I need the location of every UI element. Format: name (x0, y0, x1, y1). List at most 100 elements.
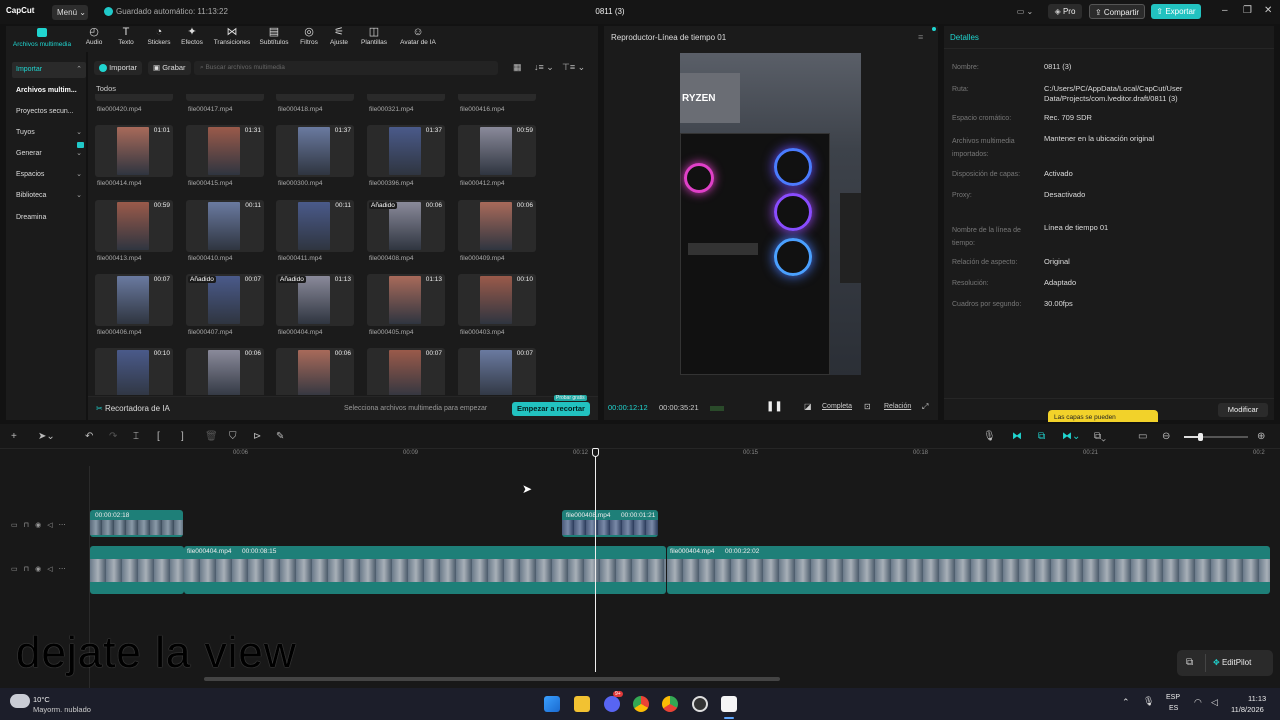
track-toggle-icon[interactable]: ▭ (11, 522, 24, 529)
nav-spaces[interactable]: Espacios ⌄ (12, 167, 86, 183)
nav-dreamina[interactable]: Dreamina (12, 210, 86, 226)
timeline-scrollbar[interactable] (204, 677, 780, 681)
zoom-out-icon[interactable]: ⊖ (1162, 431, 1170, 442)
language-bottom[interactable]: ES (1169, 705, 1178, 712)
tool-audio[interactable]: ◴ Audio (80, 26, 108, 46)
shield-icon[interactable]: ⛉ (229, 431, 237, 442)
timecode-icon[interactable]: ◪ (804, 402, 812, 411)
magnet-icon[interactable]: ⧉ (1038, 431, 1045, 442)
timeline-clip-main-2[interactable]: file000404.mp4 00:00:22:02 (667, 546, 1270, 594)
tool-subtitles[interactable]: ▤ Subtítulos (256, 26, 292, 46)
delete-icon[interactable]: 🗑 (205, 431, 218, 442)
close-icon[interactable]: ✕ (1264, 5, 1272, 16)
eye-icon[interactable]: ◉ (35, 566, 47, 573)
playhead-handle[interactable] (592, 448, 599, 457)
nav-generate[interactable]: Generar ⌄ (12, 142, 86, 162)
media-thumb[interactable]: 01:37 (276, 125, 354, 177)
tool-templates[interactable]: ◫ Plantillas (356, 26, 392, 46)
media-thumb[interactable]: 00:06 Añadido (367, 200, 445, 252)
start-cutting-button[interactable]: Empezar a recortar (512, 402, 590, 416)
snap-icon[interactable]: ⧓⌄ (1062, 431, 1080, 442)
track-toggle-icon[interactable]: ▭ (11, 566, 24, 573)
tool-ai-avatar[interactable]: ☺ Avatar de IA (396, 26, 440, 46)
speaker-icon[interactable]: ◁ (47, 522, 58, 529)
undo-icon[interactable]: ↶ (85, 431, 93, 442)
video-preview[interactable]: RYZEN (680, 53, 861, 375)
tool-transitions[interactable]: ⋈ Transiciones (210, 26, 254, 46)
wifi-icon[interactable]: ◠ (1194, 697, 1202, 708)
share-button[interactable]: ⇪ Compartir (1089, 4, 1145, 19)
player-menu-icon[interactable]: ≡ (918, 32, 923, 42)
media-thumb[interactable]: 00:11 (276, 200, 354, 252)
cloud-icon[interactable] (10, 694, 30, 708)
app-icon[interactable] (692, 696, 708, 712)
chrome-profile-icon[interactable] (662, 696, 678, 712)
tool-media[interactable]: Archivos multimedia (8, 26, 76, 48)
snapshot-icon[interactable]: ⊡ (864, 402, 871, 411)
media-thumb[interactable]: 00:06 (276, 348, 354, 395)
microphone-icon[interactable]: 🎙 (983, 431, 996, 442)
media-thumb[interactable]: 00:06 (186, 348, 264, 395)
link-icon[interactable]: ⧓ (1012, 431, 1022, 442)
nav-library[interactable]: Biblioteca ⌄ (12, 188, 86, 204)
volume-icon[interactable]: ◁ (1211, 697, 1218, 708)
media-thumb[interactable]: 01:13 Añadido (276, 274, 354, 326)
tool-stickers[interactable]: ◔ Stickers (144, 26, 174, 46)
add-track-icon[interactable]: + (11, 431, 17, 442)
tray-chevron-icon[interactable]: ⌃ (1122, 697, 1130, 708)
language-top[interactable]: ESP (1166, 694, 1180, 701)
zoom-slider[interactable] (1184, 433, 1248, 441)
preview-axis-icon[interactable]: ⧉⌄ (1094, 431, 1106, 442)
media-thumb[interactable]: 01:13 (367, 274, 445, 326)
trim-right-icon[interactable]: ] (181, 431, 184, 442)
pause-icon[interactable]: ❚❚ (766, 401, 783, 412)
clock-time[interactable]: 11:13 (1248, 694, 1266, 703)
file-explorer-icon[interactable] (574, 696, 590, 712)
tool-effects[interactable]: ✦ Efectos (178, 26, 206, 46)
media-thumb[interactable]: 00:07 (458, 348, 536, 395)
pro-button[interactable]: ◈ Pro (1048, 4, 1082, 19)
nav-secondary-projects[interactable]: Proyectos secun... (12, 104, 86, 120)
media-thumb[interactable]: 01:01 (95, 125, 173, 177)
trim-left-icon[interactable]: [ (157, 431, 160, 442)
discord-icon[interactable] (604, 696, 620, 712)
caption-icon[interactable]: ▭ (1138, 431, 1147, 442)
media-thumb[interactable]: 00:59 (458, 125, 536, 177)
more-icon[interactable]: ⋯ (59, 566, 72, 573)
windows-start-icon[interactable] (544, 696, 560, 712)
nav-media[interactable]: Archivos multim... (12, 83, 86, 99)
export-button[interactable]: ⇧ Exportar (1151, 4, 1201, 19)
nav-import[interactable]: Importar ⌃ (12, 62, 86, 78)
crop-icon[interactable]: ⊳ (253, 431, 261, 442)
media-thumb[interactable]: 00:10 (458, 274, 536, 326)
media-thumb[interactable]: 01:37 (367, 125, 445, 177)
redo-icon[interactable]: ↷ (109, 431, 117, 442)
media-thumb[interactable]: 00:06 (458, 200, 536, 252)
media-thumb[interactable]: 00:10 (95, 348, 173, 395)
ratio-button[interactable]: Relación (884, 403, 911, 410)
media-thumb[interactable]: 01:31 (186, 125, 264, 177)
timeline-clip-upper-2[interactable]: file000408.mp4 00:00:01:21 (562, 510, 658, 537)
layout-button[interactable]: ▭ ⌄ (1006, 4, 1044, 19)
maximize-icon[interactable]: ❐ (1243, 5, 1252, 16)
timeline-clip-main-0[interactable] (90, 546, 184, 594)
media-thumb[interactable]: 00:11 (186, 200, 264, 252)
media-thumb[interactable]: 00:07 (367, 348, 445, 395)
timeline-clip-main-1[interactable]: file000404.mp4 00:00:08:15 (184, 546, 666, 594)
media-thumb[interactable]: 00:07 (95, 274, 173, 326)
nav-yours[interactable]: Tuyos ⌄ (12, 125, 86, 141)
modify-button[interactable]: Modificar (1218, 403, 1268, 417)
clock-date[interactable]: 11/8/2026 (1231, 705, 1264, 714)
timeline-clip-upper-1[interactable]: 00:00:02:18 (90, 510, 183, 537)
microphone-icon[interactable]: 🎙 (1143, 696, 1154, 707)
tool-text[interactable]: T Texto (112, 26, 140, 46)
fullscreen-icon[interactable]: ⤢ (922, 402, 928, 412)
eye-icon[interactable]: ◉ (35, 522, 47, 529)
more-icon[interactable]: ⋯ (59, 522, 72, 529)
edit-icon[interactable]: ✎ (276, 431, 284, 442)
speaker-icon[interactable]: ◁ (47, 566, 58, 573)
editpilot-button[interactable]: ✥ EditPilot (1213, 658, 1251, 667)
select-tool-icon[interactable]: ➤⌄ (38, 431, 55, 442)
zoom-handle[interactable] (1198, 433, 1203, 441)
media-thumb[interactable]: 00:07 Añadido (186, 274, 264, 326)
